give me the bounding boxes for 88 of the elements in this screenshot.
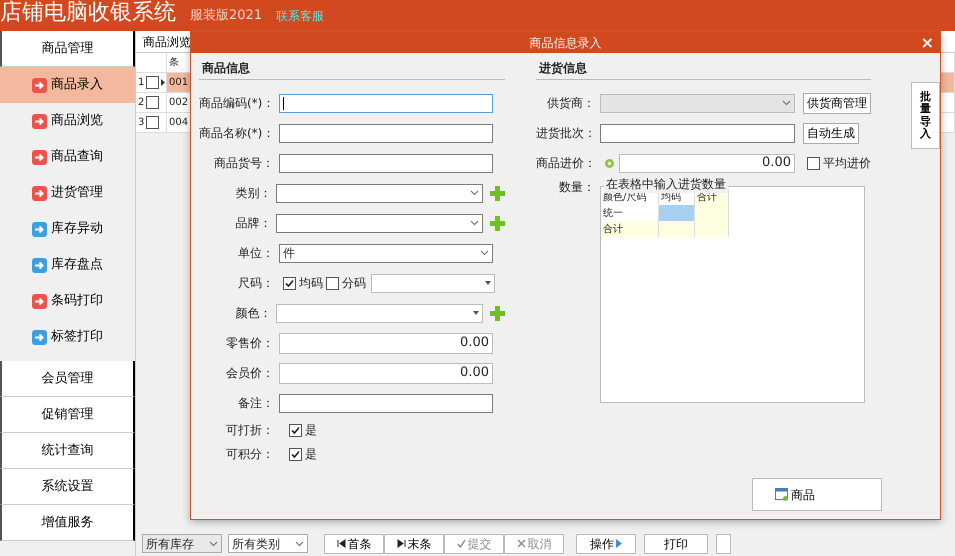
close-icon [516, 539, 526, 548]
table-cell[interactable] [659, 205, 695, 221]
dropdown-caret-icon [470, 220, 479, 226]
row-number: 3 [138, 116, 144, 130]
field-label: 单位： [237, 245, 275, 262]
checkbox[interactable] [807, 156, 820, 170]
option-label: 均码 [299, 275, 323, 292]
dropdown-field[interactable] [276, 304, 483, 322]
product-button[interactable]: 商品 [752, 478, 882, 511]
option-label: 是 [305, 422, 317, 439]
toolbar-button[interactable]: 末条 [384, 534, 444, 554]
toolbar-button[interactable]: 首条 [324, 534, 384, 554]
checkbox[interactable] [283, 276, 296, 290]
input-field[interactable] [279, 94, 493, 112]
checkbox[interactable] [289, 424, 302, 436]
input-field[interactable] [279, 154, 493, 172]
dropdown-field[interactable]: 件 [279, 244, 493, 262]
sidebar-item[interactable]: 商品录入 [0, 67, 135, 103]
field-label: 备注： [237, 395, 275, 412]
option-label: 分码 [342, 275, 366, 292]
field-label: 商品编码(*)： [199, 95, 276, 112]
sidebar-group[interactable]: 统计查询 [0, 433, 135, 469]
section-heading: 进货信息 [536, 53, 871, 80]
dropdown-caret-icon [480, 250, 489, 256]
play-icon [616, 539, 622, 548]
section-heading: 商品信息 [199, 53, 505, 80]
field-label: 商品货号： [213, 155, 275, 172]
table-cell: 统一 [601, 205, 659, 221]
option-label: 平均进价 [823, 155, 871, 172]
input-field[interactable] [600, 124, 795, 142]
checkbox[interactable] [146, 96, 160, 109]
table-cell[interactable] [695, 221, 729, 237]
field-label: 进货批次： [536, 125, 597, 142]
input-field[interactable]: 0.00 [279, 362, 493, 384]
checkbox[interactable] [146, 76, 160, 89]
filter-dropdown[interactable]: 所有类别 [228, 534, 308, 553]
field-label: 会员价： [225, 365, 275, 382]
dropdown-field[interactable] [371, 274, 495, 292]
dropdown-caret-icon [473, 311, 479, 315]
dropdown-caret-icon [782, 100, 791, 106]
input-field[interactable]: 0.00 [619, 154, 795, 172]
field-label: 可积分： [225, 446, 275, 463]
field-label: 类别： [234, 185, 272, 202]
dropdown-caret-icon [485, 281, 491, 285]
input-field[interactable] [279, 124, 493, 142]
sidebar-group[interactable]: 商品管理 [0, 31, 135, 67]
batch-import-button[interactable]: 批量导入 [911, 82, 940, 149]
input-field[interactable]: 0.00 [279, 332, 493, 354]
field-label: 尺码： [237, 275, 275, 292]
table-cell: 合计 [601, 221, 659, 237]
checkbox[interactable] [146, 116, 160, 129]
field-label: 商品进价： [536, 155, 597, 172]
first-record-icon [336, 539, 346, 548]
form-icon [775, 488, 789, 501]
input-field[interactable] [279, 394, 493, 412]
dropdown-field[interactable] [276, 214, 483, 232]
filter-dropdown[interactable]: 所有库存 [142, 534, 222, 553]
dialog-title: 商品信息录入 [530, 34, 602, 52]
dropdown-field[interactable] [276, 184, 483, 202]
check-icon [456, 539, 466, 548]
dropdown-caret-icon [209, 540, 218, 546]
field-label: 品牌： [234, 215, 272, 232]
sidebar-group[interactable]: 促销管理 [0, 397, 135, 433]
edition-label: 服装版2021 [190, 6, 262, 25]
sidebar-group[interactable]: 会员管理 [0, 361, 135, 397]
group-label: 在表格中输入进货数量 [604, 175, 728, 193]
table-cell[interactable] [659, 221, 695, 237]
dropdown-caret-icon [295, 540, 304, 546]
field-label: 数量： [558, 179, 596, 196]
checkbox[interactable] [289, 448, 302, 460]
action-button[interactable]: 自动生成 [803, 122, 859, 144]
toolbar-button[interactable]: 打印 [644, 534, 708, 554]
row-number: 1 [138, 76, 144, 90]
close-button[interactable]: × [920, 32, 934, 53]
field-label: 颜色： [234, 305, 272, 322]
sidebar-group[interactable]: 增值服务 [0, 505, 135, 541]
checkbox[interactable] [326, 276, 339, 290]
toolbar-button[interactable]: 操作 [576, 534, 636, 554]
sidebar-group[interactable]: 系统设置 [0, 469, 135, 505]
last-record-icon [396, 539, 406, 548]
app-title: 店铺电脑收银系统 [0, 2, 176, 24]
row-number: 2 [138, 96, 144, 110]
field-label: 可打折： [225, 422, 275, 439]
field-label: 供货商： [546, 95, 596, 112]
tab[interactable]: 商品浏览 [141, 32, 193, 50]
field-label: 零售价： [225, 335, 275, 352]
option-label: 是 [305, 446, 317, 463]
dropdown-caret-icon [470, 190, 479, 196]
